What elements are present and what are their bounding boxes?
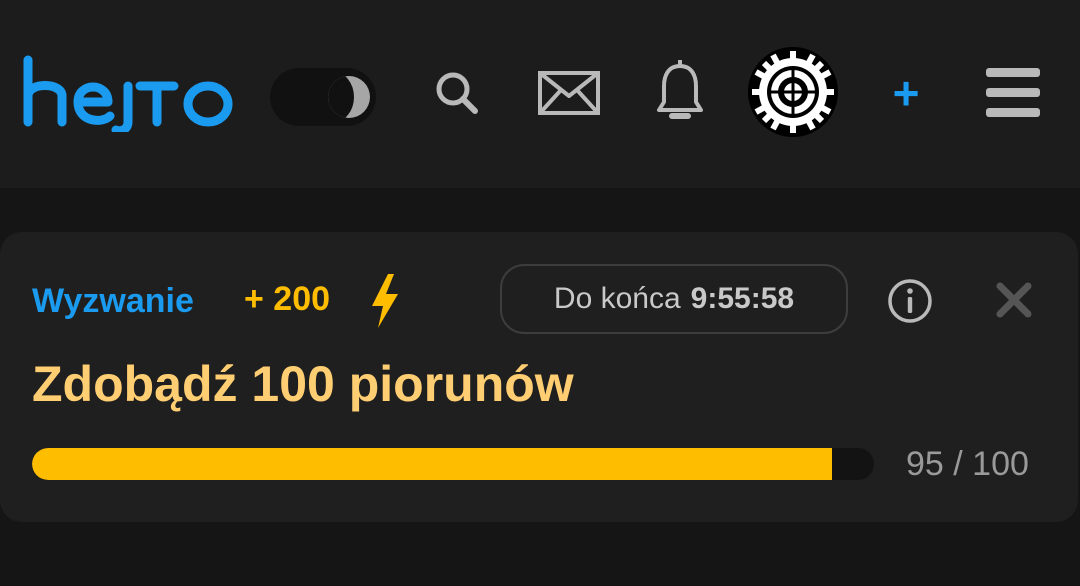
challenge-label: Wyzwanie [32, 282, 194, 320]
reward-points: + 200 [244, 280, 331, 318]
menu-icon[interactable] [986, 68, 1040, 118]
bell-icon[interactable] [656, 60, 704, 126]
lightning-icon [372, 274, 398, 328]
progress-fill [32, 448, 832, 480]
plus-icon: + [892, 67, 920, 119]
countdown-timer: Do końca 9:55:58 [500, 264, 848, 334]
search-icon[interactable] [434, 70, 480, 116]
close-icon[interactable] [994, 280, 1034, 320]
top-navigation-bar: + [0, 0, 1080, 188]
timer-value: 9:55:58 [690, 282, 795, 315]
gear-icon [748, 47, 838, 137]
theme-toggle[interactable] [270, 68, 376, 126]
moon-icon [328, 76, 370, 118]
progress-count: 95 / 100 [906, 445, 1029, 483]
add-post-button[interactable]: + [884, 66, 928, 120]
timer-label: Do końca [553, 282, 681, 315]
user-avatar[interactable] [748, 47, 838, 137]
progress-bar [32, 448, 874, 480]
mail-icon[interactable] [537, 70, 601, 116]
hejto-logo[interactable] [22, 52, 234, 132]
challenge-title: Zdobądź 100 piorunów [32, 356, 574, 412]
info-icon[interactable] [886, 277, 934, 325]
